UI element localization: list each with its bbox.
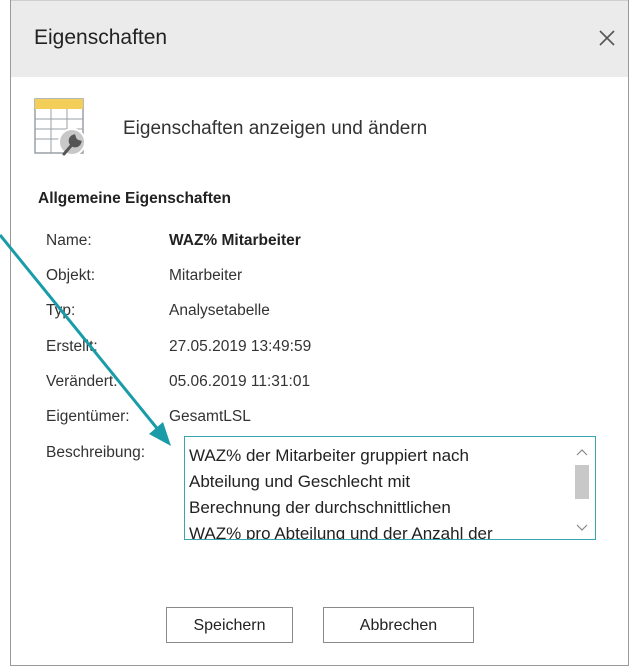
description-text: WAZ% der Mitarbeiter gruppiert nach Abte… <box>189 443 565 540</box>
description-label: Beschreibung: <box>46 444 146 461</box>
dialog-title: Eigenschaften <box>34 26 168 49</box>
modified-value: 05.06.2019 11:31:01 <box>169 373 311 390</box>
description-line: WAZ% der Mitarbeiter gruppiert nach <box>189 446 469 465</box>
type-value: Analysetabelle <box>169 302 270 319</box>
created-value: 27.05.2019 13:49:59 <box>169 338 312 355</box>
name-label: Name: <box>46 232 92 249</box>
type-label: Typ: <box>46 302 76 319</box>
modified-label: Verändert: <box>46 373 118 390</box>
section-title: Allgemeine Eigenschaften <box>38 190 231 207</box>
dialog-titlebar: Eigenschaften <box>11 0 628 77</box>
description-line: Berechnung der durchschnittlichen <box>189 498 451 517</box>
cancel-button[interactable]: Abbrechen <box>323 607 474 643</box>
table-settings-icon <box>34 98 90 160</box>
description-textarea[interactable]: WAZ% der Mitarbeiter gruppiert nach Abte… <box>184 436 596 540</box>
close-icon[interactable] <box>592 23 622 53</box>
created-label: Erstellt: <box>46 338 98 355</box>
properties-dialog: Eigenschaften Eigenschaften anzeigen und… <box>10 0 629 666</box>
description-scrollbar[interactable] <box>571 439 593 537</box>
owner-label: Eigentümer: <box>46 408 130 425</box>
description-line: Abteilung und Geschlecht mit <box>189 472 411 491</box>
dialog-header-text: Eigenschaften anzeigen und ändern <box>123 118 428 139</box>
name-value: WAZ% Mitarbeiter <box>169 232 301 249</box>
scrollbar-thumb[interactable] <box>575 465 589 499</box>
owner-value: GesamtLSL <box>169 408 251 425</box>
object-value: Mitarbeiter <box>169 267 243 284</box>
object-label: Objekt: <box>46 267 96 284</box>
description-line: WAZ% pro Abteilung und der Anzahl der <box>189 524 493 540</box>
save-button[interactable]: Speichern <box>166 607 293 643</box>
